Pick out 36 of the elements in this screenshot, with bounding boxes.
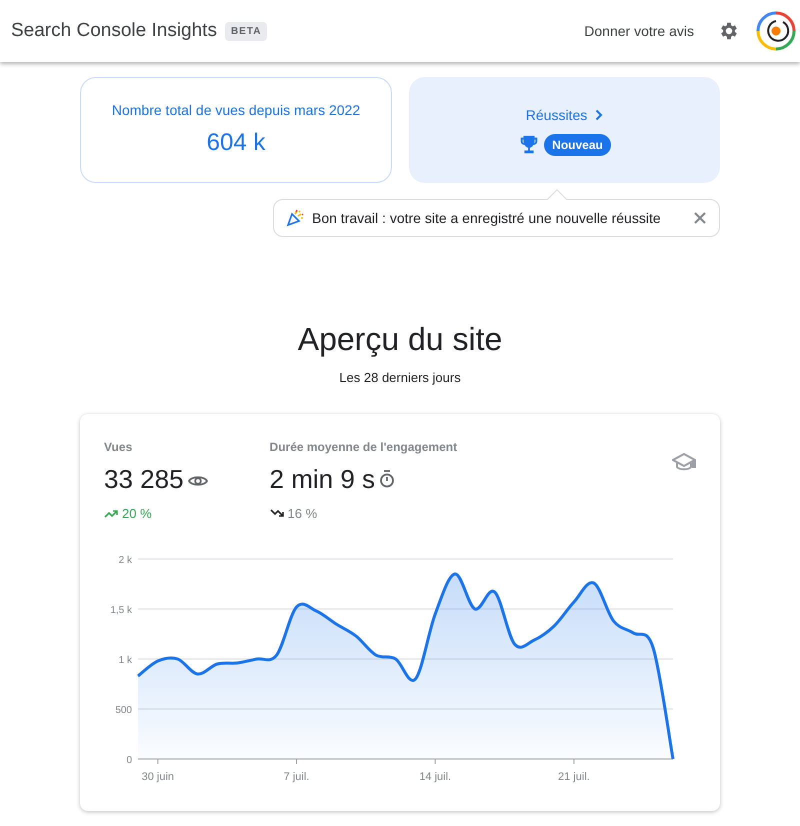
avatar-icon[interactable] bbox=[756, 11, 796, 51]
x-axis-label: 21 juil. bbox=[558, 771, 590, 783]
close-icon[interactable] bbox=[693, 211, 707, 225]
trend-down-icon bbox=[270, 508, 284, 518]
beta-badge: BETA bbox=[224, 22, 268, 40]
metric-change: 20 % bbox=[122, 504, 152, 522]
total-views-value: 604 k bbox=[206, 128, 266, 158]
achievements-card[interactable]: Réussites Nouveau bbox=[409, 77, 720, 183]
x-axis-label: 7 juil. bbox=[284, 771, 310, 783]
y-axis-label: 2 k bbox=[118, 555, 132, 566]
x-axis-label: 30 juin bbox=[142, 771, 174, 783]
x-axis-label: 14 juil. bbox=[419, 771, 452, 783]
feedback-link[interactable]: Donner votre avis bbox=[584, 20, 694, 42]
metric-value: 2 min 9 s bbox=[270, 466, 376, 492]
party-popper-icon bbox=[286, 209, 304, 227]
timer-icon bbox=[379, 470, 396, 488]
section-subtitle: Les 28 derniers jours bbox=[339, 370, 461, 385]
trophy-icon bbox=[518, 134, 540, 156]
y-axis-label: 1,5 k bbox=[110, 605, 132, 616]
notification-message: Bon travail : votre site a enregistré une nouvelle réussite bbox=[312, 208, 661, 228]
app-title: Search Console Insights bbox=[11, 18, 217, 43]
achievements-label: Réussites bbox=[526, 106, 588, 124]
y-axis-label: 500 bbox=[115, 705, 132, 716]
metric-value: 33 285 bbox=[104, 466, 184, 492]
new-badge: Nouveau bbox=[544, 134, 611, 156]
y-axis-label: 1 k bbox=[118, 655, 132, 666]
eye-icon bbox=[188, 474, 208, 488]
metric-label: Vues bbox=[104, 438, 134, 456]
y-axis-label: 0 bbox=[126, 755, 132, 766]
total-views-label: Nombre total de vues depuis mars 2022 bbox=[112, 100, 360, 120]
metric-change: 16 % bbox=[288, 504, 318, 522]
metric-label: Durée moyenne de l'engagement bbox=[270, 438, 458, 456]
graduation-cap-icon[interactable] bbox=[672, 452, 696, 472]
section-title: Aperçu du site bbox=[296, 323, 504, 355]
chevron-icon bbox=[595, 109, 604, 121]
trend-up-icon bbox=[104, 508, 118, 518]
